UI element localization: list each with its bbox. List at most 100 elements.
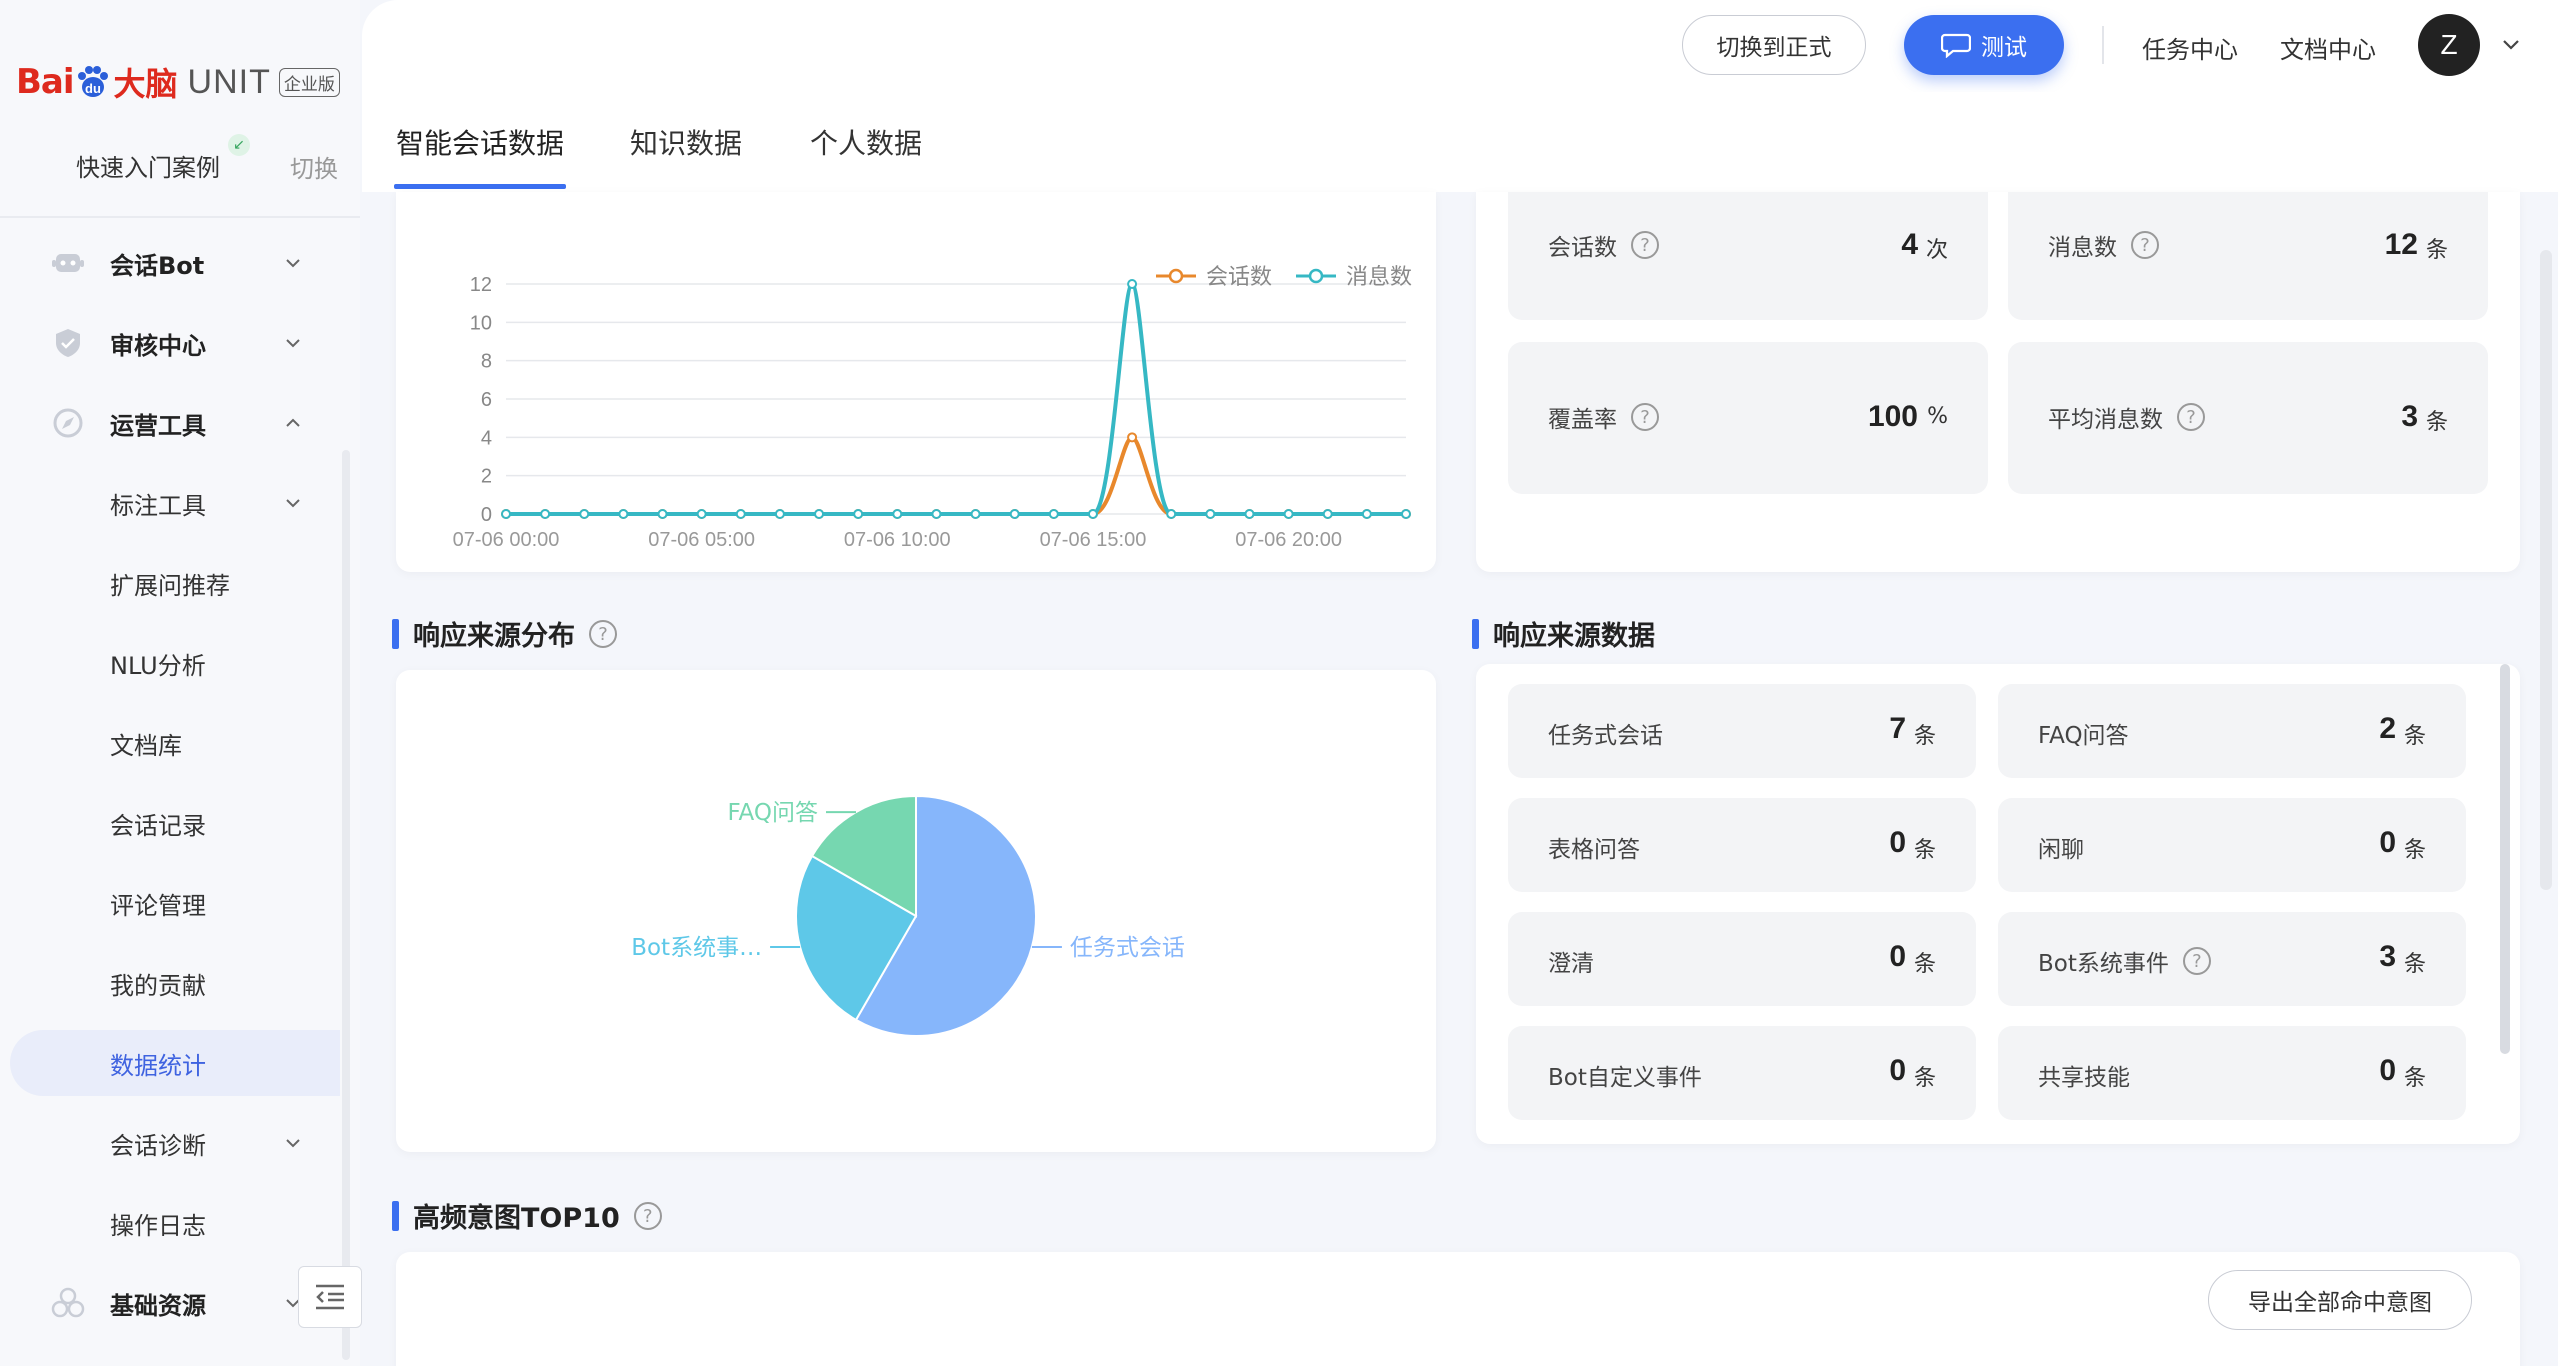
tab-knowledge[interactable]: 知识数据 [630,122,742,162]
chevron-down-icon [282,492,304,514]
help-icon[interactable]: ? [2177,403,2205,431]
test-button-label: 测试 [1981,35,2027,61]
sidebar-item-extension[interactable]: 扩展问推荐 [0,550,340,616]
data-point [1166,509,1177,519]
stat-messages: 消息数? 12 条 [2008,192,2488,320]
export-intents-button[interactable]: 导出全部命中意图 [2208,1270,2472,1330]
sidebar-item-oplog[interactable]: 操作日志 [0,1190,340,1256]
data-point [579,509,590,519]
sidebar-item-comments[interactable]: 评论管理 [0,870,340,936]
help-icon[interactable]: ? [589,619,617,648]
help-icon[interactable]: ? [1631,403,1659,431]
y-tick-label: 2 [481,466,492,488]
chevron-up-icon [282,412,304,434]
tab-personal[interactable]: 个人数据 [810,122,922,162]
data-point [696,509,707,519]
collapse-icon [316,1284,344,1310]
chevron-down-icon [282,332,304,354]
baidu-unit-logo[interactable]: Bai du 大脑 UNIT 企业版 [16,52,340,112]
line-chart-card: 12 10 8 6 4 2 0 07-06 00:00 07-06 05:00 07-06 10:… [396,192,1436,572]
help-icon[interactable]: ? [2182,947,2211,975]
top-intents-card [396,1252,2520,1366]
response-stat-item: 表格问答 0 条 [1508,798,1976,892]
y-tick-label: 0 [481,504,492,526]
tab-bar: 智能会话数据 知识数据 个人数据 [362,92,2558,192]
sidebar-item-contrib[interactable]: 我的贡献 [0,950,340,1016]
collapse-sidebar-button[interactable] [298,1266,362,1328]
sidebar-item-bot[interactable]: 会话Bot [0,230,340,296]
response-dist-title: 响应来源分布 ? [392,614,617,653]
legend-marker [1308,268,1324,284]
sidebar: Bai du 大脑 UNIT 企业版 快速入门案例 ↙ 切换 会话Bot 审核中… [0,0,362,1366]
legend-marker [1168,268,1184,284]
legend-label: 会话数 [1206,265,1272,290]
stat-coverage: 覆盖率? 100 % [1508,342,1988,494]
sidebar-scrollbar[interactable] [342,450,350,1360]
y-tick-label: 10 [470,312,492,334]
task-center-link[interactable]: 任务中心 [2142,30,2238,65]
sidebar-item-resources[interactable]: 基础资源 [0,1270,340,1336]
data-point [1322,509,1333,519]
top-intents-title: 高频意图TOP10 ? [392,1196,662,1235]
help-icon[interactable]: ? [1631,231,1659,259]
arrow-badge-icon: ↙ [228,134,250,156]
quick-start-label[interactable]: 快速入门案例 [76,148,220,183]
response-stat-item: Bot自定义事件 0 条 [1508,1026,1976,1120]
cubes-icon [50,1285,86,1321]
sidebar-item-review[interactable]: 审核中心 [0,310,340,376]
data-point [1127,432,1138,443]
y-tick-label: 4 [481,427,492,449]
data-point [814,509,825,519]
tab-smart-session[interactable]: 智能会话数据 [396,122,564,162]
doc-center-link[interactable]: 文档中心 [2280,30,2376,65]
avatar[interactable]: Z [2418,14,2480,76]
response-stat-item: 闲聊 0 条 [1998,798,2466,892]
data-point [892,509,903,519]
response-stat-item: 任务式会话 7 条 [1508,684,1976,778]
sidebar-item-annotation[interactable]: 标注工具 [0,470,340,536]
sidebar-item-diagnosis[interactable]: 会话诊断 [0,1110,340,1176]
response-data-title: 响应来源数据 [1472,614,1655,653]
data-point [853,509,864,519]
sidebar-item-doclib[interactable]: 文档库 [0,710,340,776]
data-point [540,509,551,519]
data-point [501,509,511,519]
sidebar-item-ops-tools[interactable]: 运营工具 [0,390,340,456]
sidebar-item-nlu[interactable]: NLU分析 [0,630,340,696]
x-tick-label: 07-06 05:00 [648,529,755,551]
data-point [1401,509,1411,519]
active-tab-indicator [394,184,566,189]
y-tick-label: 12 [470,274,492,296]
pie-chart: 任务式会话 Bot系统事… FAQ问答 [631,794,1185,1037]
data-point [735,509,746,519]
response-stat-item: Bot系统事件? 3 条 [1998,912,2466,1006]
data-point [931,509,942,519]
response-stat-item: 澄清 0 条 [1508,912,1976,1006]
top-bar: 切换到正式 测试 任务中心 文档中心 Z [362,0,2558,92]
switch-link[interactable]: 切换 [290,149,338,184]
stat-sessions: 会话数? 4 次 [1508,192,1988,320]
data-point [657,509,668,519]
data-point [1048,509,1059,519]
x-tick-label: 07-06 00:00 [453,529,560,551]
data-point [1283,509,1294,519]
response-data-card: 任务式会话 7 条 FAQ问答 2 条表格问答 0 条闲聊 0 条澄清 0 条 Bot系统事件? 3 条 Bo… [1476,664,2520,1144]
compass-icon [50,405,86,441]
pie-chart-card: 任务式会话 Bot系统事… FAQ问答 [396,670,1436,1152]
data-point [1361,509,1372,519]
help-icon[interactable]: ? [633,1201,662,1230]
sidebar-item-records[interactable]: 会话记录 [0,790,340,856]
page-scrollbar[interactable] [2540,250,2552,890]
sidebar-item-stats[interactable]: 数据统计 [10,1030,340,1096]
bot-icon [50,245,86,281]
data-point [618,509,629,519]
switch-formal-button[interactable]: 切换到正式 [1682,15,1866,75]
data-point [970,509,981,519]
response-data-scrollbar[interactable] [2500,664,2510,1054]
help-icon[interactable]: ? [2131,231,2159,259]
test-button[interactable]: 测试 [1904,15,2064,75]
response-stat-item: 共享技能 0 条 [1998,1026,2466,1120]
chevron-down-icon[interactable] [2500,34,2522,56]
pie-label: FAQ问答 [727,800,818,826]
data-point [1087,509,1098,519]
